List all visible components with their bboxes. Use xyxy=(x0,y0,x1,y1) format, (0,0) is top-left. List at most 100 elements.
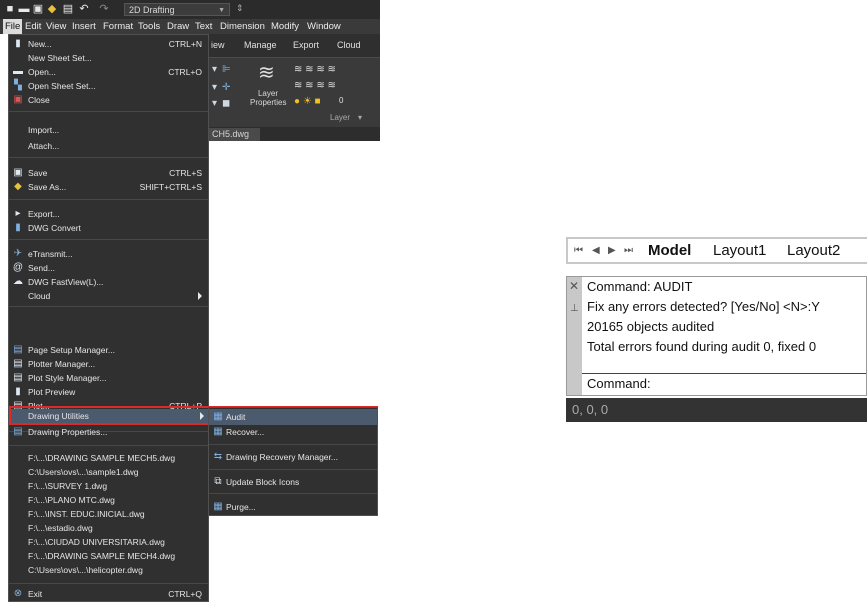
menu-item-new[interactable]: ▮ New... CTRL+N xyxy=(9,37,208,51)
new-doc-icon: ▮ xyxy=(15,38,21,49)
layer-tools-icon[interactable]: ≋ ≋ ≋ ≋ xyxy=(294,64,336,75)
menu-item-open[interactable]: ▬ Open... CTRL+O xyxy=(9,65,208,79)
menu-item-new-sheet-set[interactable]: New Sheet Set... xyxy=(9,51,208,65)
menu-format[interactable]: Format xyxy=(103,19,133,34)
menu-item-exit[interactable]: ⊗ Exit CTRL+Q xyxy=(9,587,208,601)
block-icon[interactable]: ◼ xyxy=(222,98,230,109)
ribbon-tab-export[interactable]: Export xyxy=(293,34,319,57)
last-tab-icon[interactable]: ⏭ xyxy=(624,245,633,256)
close-icon[interactable]: ✕ xyxy=(569,279,579,293)
submenu-item-recover[interactable]: ▦ Recover... xyxy=(209,424,377,440)
app-menu-icon[interactable]: ■ xyxy=(4,3,16,15)
separator xyxy=(9,157,208,158)
separator xyxy=(209,493,377,494)
recent-file[interactable]: F:\...\INST. EDUC.INICIAL.dwg xyxy=(9,507,208,521)
menu-file[interactable]: File xyxy=(3,19,23,34)
recent-file[interactable]: F:\...\DRAWING SAMPLE MECH4.dwg xyxy=(9,549,208,563)
menu-item-save-as[interactable]: ◆ Save As... SHIFT+CTRL+S xyxy=(9,180,208,194)
menu-window[interactable]: Window xyxy=(307,19,341,34)
customize-icon[interactable]: ⇕ xyxy=(236,3,244,14)
menu-tools[interactable]: Tools xyxy=(138,19,160,34)
recent-file[interactable]: C:\Users\ovs\...\helicopter.dwg xyxy=(9,563,208,577)
move-icon[interactable]: ▾ xyxy=(212,82,217,93)
recent-file[interactable]: F:\...\SURVEY 1.dwg xyxy=(9,479,208,493)
menu-insert[interactable]: Insert xyxy=(72,19,96,34)
menu-modify[interactable]: Modify xyxy=(271,19,299,34)
undo-icon[interactable]: ↶ xyxy=(78,3,90,15)
tab-layout1[interactable]: Layout1 xyxy=(713,241,766,261)
print-icon[interactable]: ▤ xyxy=(62,3,74,15)
submenu-item-update-block-icons[interactable]: ⧉ Update Block Icons xyxy=(209,474,377,490)
menu-draw[interactable]: Draw xyxy=(167,19,189,34)
menu-item-export[interactable]: ▸ Export... xyxy=(9,207,208,221)
menu-item-drawing-properties[interactable]: ▤ Drawing Properties... xyxy=(9,425,208,439)
menu-item-import[interactable]: Import... xyxy=(9,123,208,137)
crosshair-icon[interactable]: ✛ xyxy=(222,82,230,93)
first-tab-icon[interactable]: ⏮ xyxy=(574,245,583,256)
menu-item-plotter-manager[interactable]: ▤ Plotter Manager... xyxy=(9,357,208,371)
menu-view[interactable]: View xyxy=(46,19,66,34)
menu-item-etransmit[interactable]: ✈ eTransmit... xyxy=(9,247,208,261)
separator xyxy=(9,239,208,240)
command-history-line: Command: AUDIT xyxy=(587,279,693,294)
menu-item-send[interactable]: @ Send... xyxy=(9,261,208,275)
menu-item-attach[interactable]: Attach... xyxy=(9,139,208,153)
menu-item-cloud[interactable]: Cloud xyxy=(9,289,208,303)
layer-value[interactable]: 0 xyxy=(339,96,343,105)
save-as-icon[interactable]: ◆ xyxy=(46,3,58,15)
pin-icon[interactable]: ⊥ xyxy=(570,303,579,314)
linetype-icon[interactable]: ▾ xyxy=(212,64,217,75)
open-icon[interactable]: ▬ xyxy=(18,3,30,15)
recent-file[interactable]: F:\...\estadio.dwg xyxy=(9,521,208,535)
align-icon[interactable]: ⊫ xyxy=(222,64,231,75)
submenu-item-drawing-recovery-manager[interactable]: ⇆ Drawing Recovery Manager... xyxy=(209,449,377,465)
command-prompt: Command: xyxy=(587,376,651,391)
menu-dimension[interactable]: Dimension xyxy=(220,19,265,34)
chevron-down-icon[interactable]: ▾ xyxy=(358,113,362,122)
separator xyxy=(9,583,208,584)
prev-tab-icon[interactable]: ◀ xyxy=(592,245,600,256)
submenu-item-audit[interactable]: ▦ Audit xyxy=(209,409,377,425)
save-icon[interactable]: ▣ xyxy=(32,3,44,15)
workspace-select[interactable]: 2D Drafting ▼ xyxy=(124,3,230,16)
menu-item-page-setup-manager[interactable]: ▤ Page Setup Manager... xyxy=(9,343,208,357)
ribbon-tab-view[interactable]: iew xyxy=(211,34,225,57)
menu-edit[interactable]: Edit xyxy=(25,19,41,34)
recent-file[interactable]: F:\...\DRAWING SAMPLE MECH5.dwg xyxy=(9,451,208,465)
block-icon: ⧉ xyxy=(214,476,222,487)
drawing-utilities-submenu: ▦ Audit ▦ Recover... ⇆ Drawing Recovery Man… xyxy=(208,407,378,516)
tab-model[interactable]: Model xyxy=(648,241,691,261)
layer-properties-label[interactable]: Layer Properties xyxy=(250,89,286,107)
recovery-manager-icon: ⇆ xyxy=(213,451,223,462)
layer-tools-2-icon[interactable]: ≋ ≋ ≋ ≋ xyxy=(294,80,336,91)
ribbon-tab-manage[interactable]: Manage xyxy=(244,34,277,57)
submenu-item-purge[interactable]: ▦ Purge... xyxy=(209,499,377,515)
layer-properties-icon[interactable]: ≋ xyxy=(258,60,275,85)
menu-item-open-sheet-set[interactable]: ▚ Open Sheet Set... xyxy=(9,79,208,93)
command-history-line: Total errors found during audit 0, fixed… xyxy=(587,339,817,354)
menu-item-plot-style-manager[interactable]: ▤ Plot Style Manager... xyxy=(9,371,208,385)
menu-item-dwg-fastview[interactable]: ☁ DWG FastView(L)... xyxy=(9,275,208,289)
document-tab[interactable]: CH5.dwg xyxy=(208,128,260,141)
separator xyxy=(209,469,377,470)
menu-text[interactable]: Text xyxy=(195,19,212,34)
recent-file[interactable]: F:\...\CIUDAD UNIVERSITARIA.dwg xyxy=(9,535,208,549)
plot-style-icon: ▤ xyxy=(13,372,23,383)
bulb-icon[interactable]: ● ☀ ■ xyxy=(294,96,321,107)
recent-file[interactable]: F:\...\PLANO MTC.dwg xyxy=(9,493,208,507)
menu-item-save[interactable]: ▣ Save CTRL+S xyxy=(9,166,208,180)
dwg-convert-icon: ▮ xyxy=(15,222,21,233)
command-window-grip[interactable]: ✕ ⊥ xyxy=(567,277,582,395)
dropdown-icon[interactable]: ▾ xyxy=(212,98,217,109)
redo-icon[interactable]: ↷ xyxy=(98,3,110,15)
menu-item-dwg-convert[interactable]: ▮ DWG Convert xyxy=(9,221,208,235)
next-tab-icon[interactable]: ▶ xyxy=(608,245,616,256)
menu-item-plot-preview[interactable]: ▮ Plot Preview xyxy=(9,385,208,399)
tab-layout2[interactable]: Layout2 xyxy=(787,241,840,261)
recent-file[interactable]: C:\Users\ovs\...\sample1.dwg xyxy=(9,465,208,479)
layout-tabs: ⏮ ◀ ▶ ⏭ Model Layout1 Layout2 xyxy=(566,237,867,264)
command-input[interactable]: Command: xyxy=(582,373,866,395)
separator xyxy=(9,306,208,307)
menu-item-close[interactable]: ▣ Close xyxy=(9,93,208,107)
ribbon-tab-cloud[interactable]: Cloud xyxy=(337,34,361,57)
